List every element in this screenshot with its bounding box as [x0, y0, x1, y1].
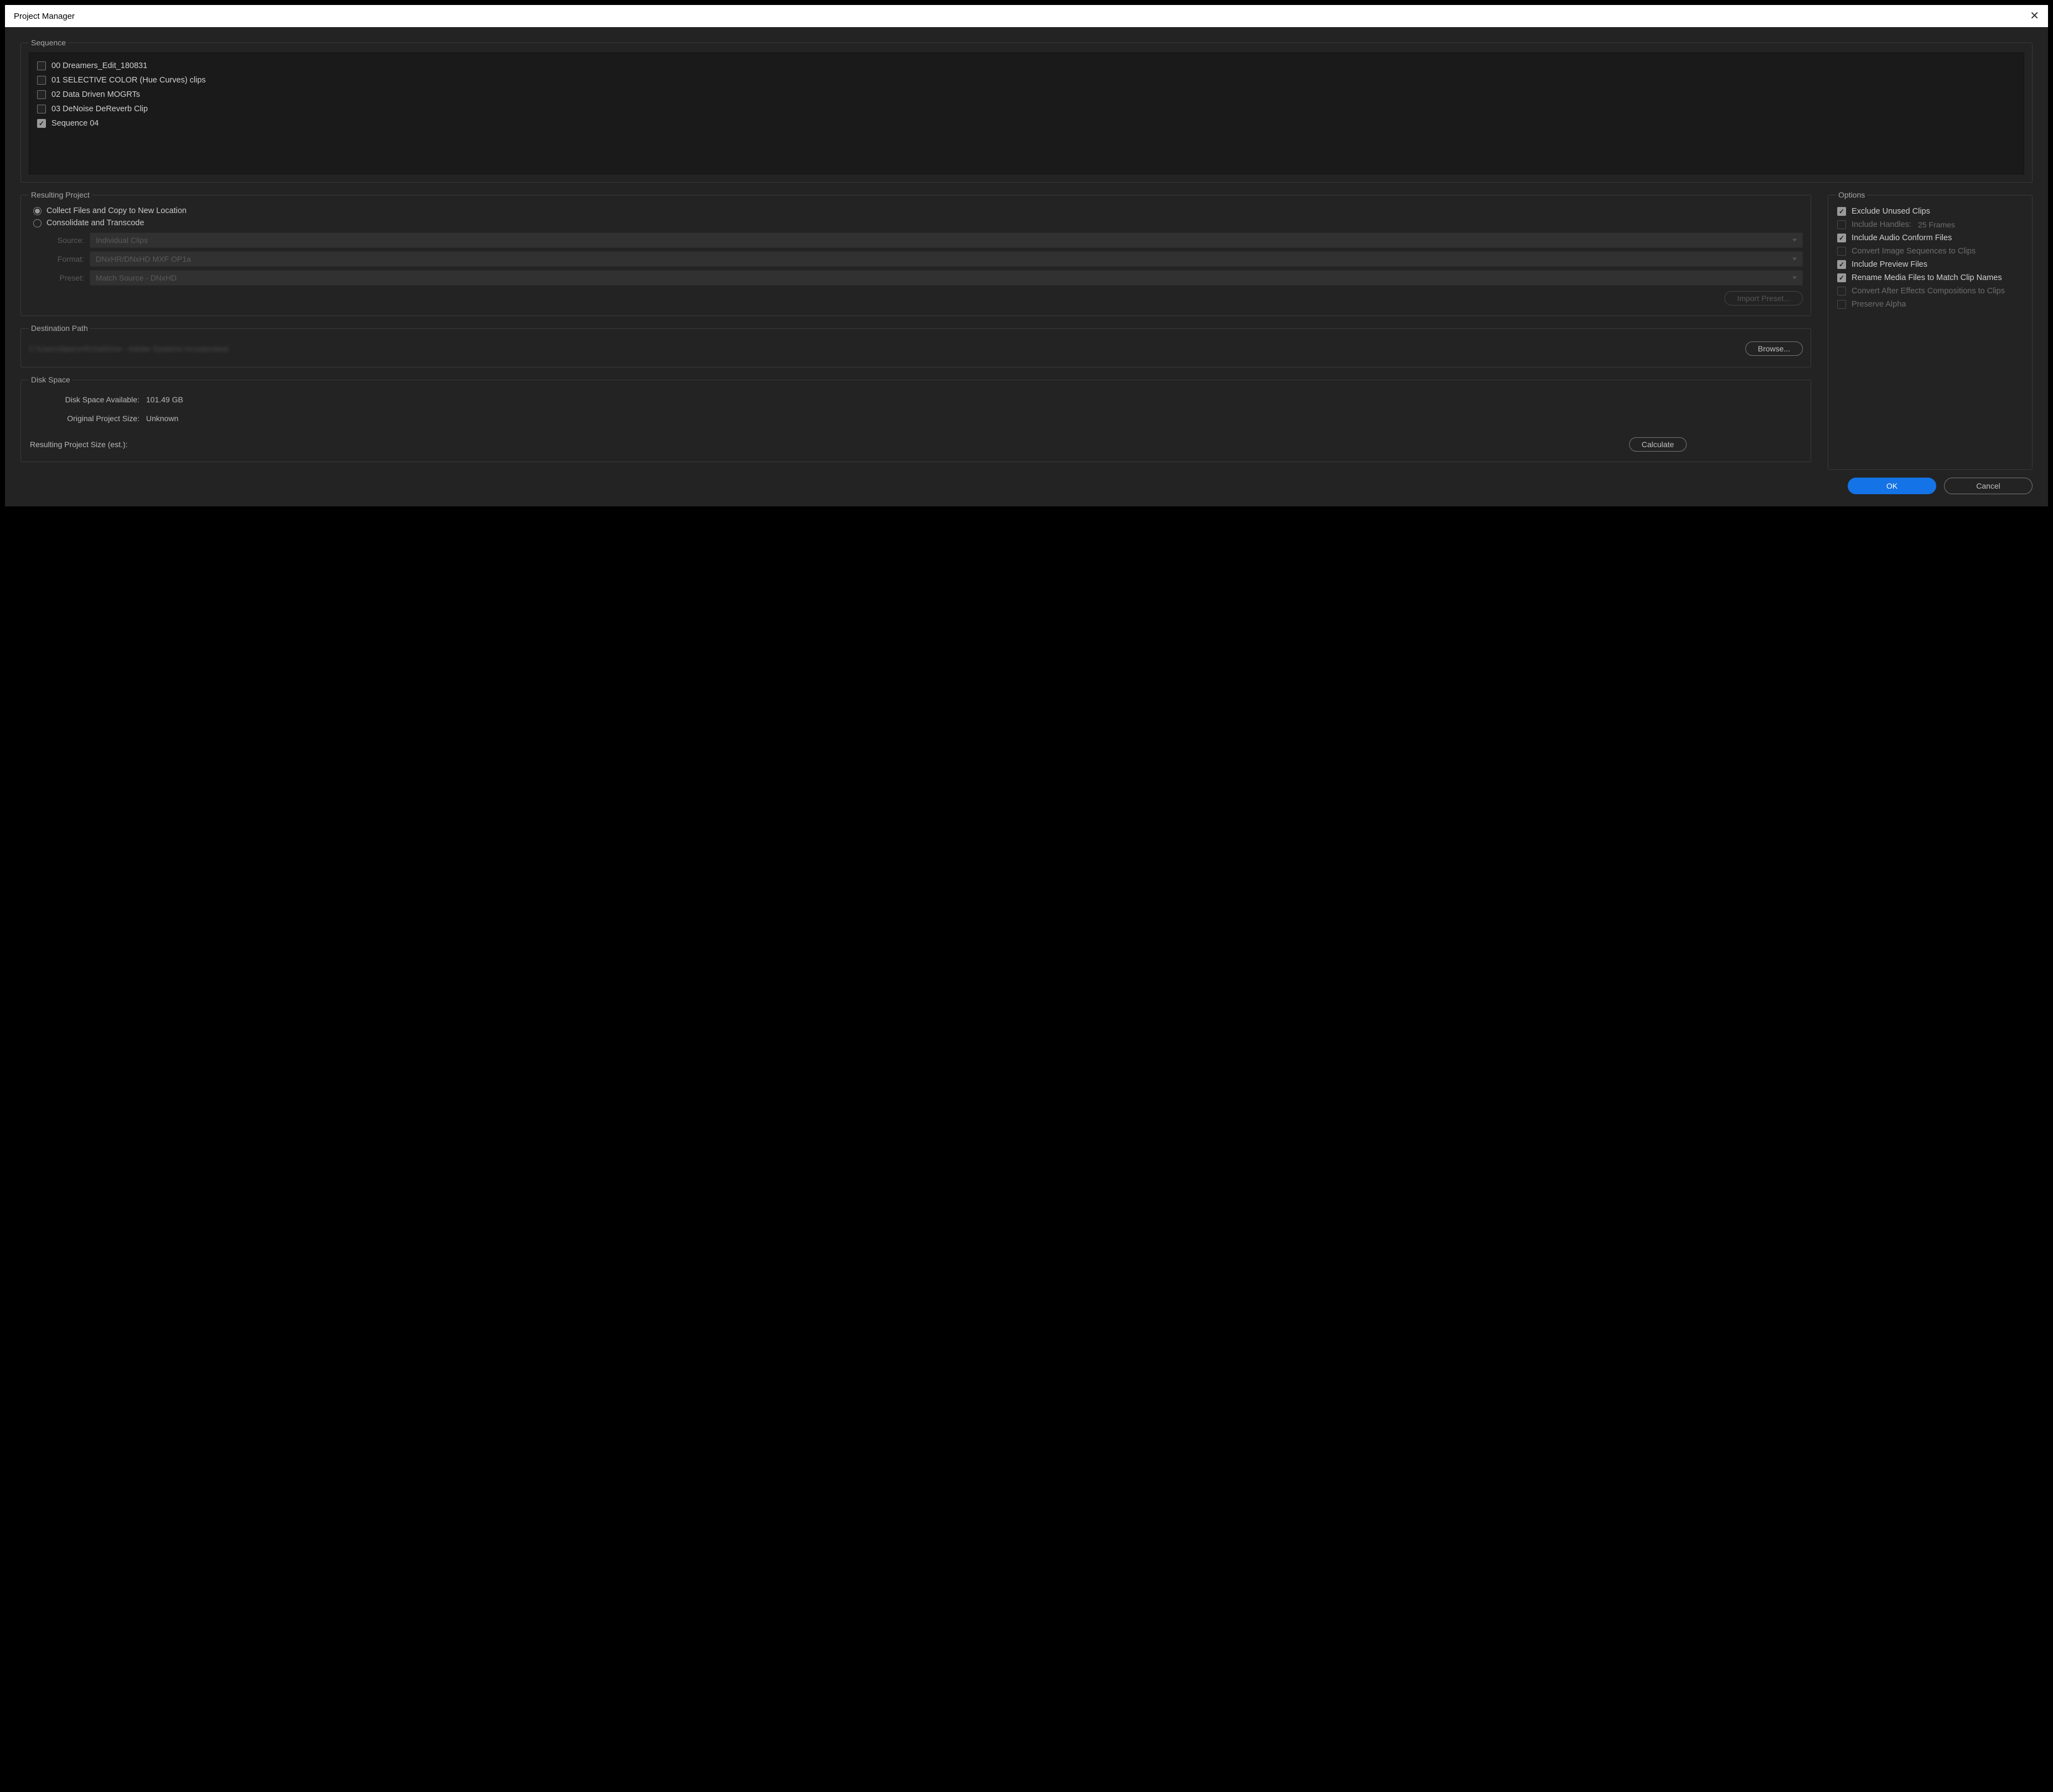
option-label: Preserve Alpha	[1852, 300, 1906, 309]
disk-space-group: Disk Space Disk Space Available: 101.49 …	[20, 375, 1811, 462]
options-group: Options Exclude Unused Clips Include Han…	[1828, 190, 2033, 470]
checkbox-icon[interactable]	[37, 105, 46, 113]
disk-legend: Disk Space	[29, 375, 72, 384]
import-preset-button: Import Preset...	[1724, 291, 1803, 305]
ok-button[interactable]: OK	[1848, 478, 1936, 494]
source-label: Source:	[45, 236, 84, 245]
radio-label: Collect Files and Copy to New Location	[46, 206, 186, 215]
option-label: Include Preview Files	[1852, 260, 1927, 269]
option-exclude-unused[interactable]: Exclude Unused Clips	[1836, 205, 2024, 218]
disk-available-value: 101.49 GB	[146, 395, 183, 404]
option-label: Rename Media Files to Match Clip Names	[1852, 273, 2002, 282]
sequence-label: 01 SELECTIVE COLOR (Hue Curves) clips	[51, 76, 206, 85]
sequence-legend: Sequence	[29, 38, 68, 47]
source-select: Individual Clips	[90, 232, 1803, 248]
option-include-preview[interactable]: Include Preview Files	[1836, 258, 2024, 271]
close-icon[interactable]: ✕	[2030, 11, 2039, 22]
option-convert-ae-comps: Convert After Effects Compositions to Cl…	[1836, 284, 2024, 298]
radio-consolidate-transcode[interactable]: Consolidate and Transcode	[29, 217, 1803, 229]
checkbox-icon[interactable]	[37, 90, 46, 99]
destination-legend: Destination Path	[29, 324, 90, 333]
handles-value: 25 Frames	[1918, 220, 1955, 229]
checkbox-icon[interactable]	[1837, 273, 1846, 282]
option-label: Include Handles:	[1852, 220, 1911, 229]
checkbox-icon[interactable]	[37, 76, 46, 85]
preset-select: Match Source - DNxHD	[90, 270, 1803, 286]
window-title: Project Manager	[14, 12, 75, 21]
checkbox-icon[interactable]	[1837, 207, 1846, 216]
original-size-label: Original Project Size:	[29, 414, 139, 423]
option-label: Convert After Effects Compositions to Cl…	[1852, 287, 2005, 296]
option-label: Convert Image Sequences to Clips	[1852, 247, 1976, 256]
resulting-legend: Resulting Project	[29, 190, 92, 199]
preset-row: Preset: Match Source - DNxHD	[45, 270, 1803, 286]
checkbox-icon[interactable]	[37, 119, 46, 128]
option-convert-image-seq: Convert Image Sequences to Clips	[1836, 245, 2024, 258]
destination-path-text: C:\Users\bparsnf\OneDrive - Adobe System…	[29, 344, 1738, 353]
sequence-label: 03 DeNoise DeReverb Clip	[51, 105, 148, 113]
sequence-label: 00 Dreamers_Edit_180831	[51, 61, 147, 70]
sequence-item[interactable]: 00 Dreamers_Edit_180831	[36, 59, 2017, 73]
sequence-item[interactable]: Sequence 04	[36, 116, 2017, 131]
resulting-project-group: Resulting Project Collect Files and Copy…	[20, 190, 1811, 316]
format-select: DNxHR/DNxHD MXF OP1a	[90, 251, 1803, 267]
resulting-size-label: Resulting Project Size (est.):	[29, 440, 128, 449]
checkbox-icon[interactable]	[1837, 234, 1846, 242]
sequence-item[interactable]: 02 Data Driven MOGRTs	[36, 87, 2017, 102]
calculate-button[interactable]: Calculate	[1629, 437, 1687, 452]
sequence-label: Sequence 04	[51, 119, 98, 128]
checkbox-icon	[1837, 300, 1846, 309]
radio-collect-files[interactable]: Collect Files and Copy to New Location	[29, 205, 1803, 217]
titlebar: Project Manager ✕	[5, 5, 2048, 27]
sequence-label: 02 Data Driven MOGRTs	[51, 90, 140, 99]
checkbox-icon[interactable]	[37, 61, 46, 70]
radio-icon[interactable]	[33, 219, 42, 227]
dialog-content: Sequence 00 Dreamers_Edit_180831 01 SELE…	[5, 27, 2048, 506]
radio-icon[interactable]	[33, 207, 42, 215]
options-legend: Options	[1836, 190, 1867, 199]
format-row: Format: DNxHR/DNxHD MXF OP1a	[45, 251, 1803, 267]
option-label: Include Audio Conform Files	[1852, 234, 1952, 242]
original-size-value: Unknown	[146, 414, 178, 423]
checkbox-icon[interactable]	[1837, 260, 1846, 269]
preset-label: Preset:	[45, 273, 84, 282]
checkbox-icon	[1837, 287, 1846, 296]
option-label: Exclude Unused Clips	[1852, 207, 1930, 216]
destination-group: Destination Path C:\Users\bparsnf\OneDri…	[20, 324, 1811, 367]
option-include-handles: Include Handles: 25 Frames	[1836, 218, 2024, 231]
checkbox-icon	[1837, 220, 1846, 229]
option-preserve-alpha: Preserve Alpha	[1836, 298, 2024, 311]
dialog-footer: OK Cancel	[20, 470, 2033, 494]
sequence-list: 00 Dreamers_Edit_180831 01 SELECTIVE COL…	[29, 53, 2024, 174]
disk-available-label: Disk Space Available:	[29, 395, 139, 404]
source-row: Source: Individual Clips	[45, 232, 1803, 248]
browse-button[interactable]: Browse...	[1745, 341, 1803, 356]
sequence-group: Sequence 00 Dreamers_Edit_180831 01 SELE…	[20, 38, 2033, 183]
project-manager-dialog: Project Manager ✕ Sequence 00 Dreamers_E…	[3, 3, 2050, 508]
sequence-item[interactable]: 01 SELECTIVE COLOR (Hue Curves) clips	[36, 73, 2017, 87]
cancel-button[interactable]: Cancel	[1944, 478, 2033, 494]
checkbox-icon	[1837, 247, 1846, 256]
sequence-item[interactable]: 03 DeNoise DeReverb Clip	[36, 102, 2017, 116]
option-include-audio-conform[interactable]: Include Audio Conform Files	[1836, 231, 2024, 245]
option-rename-media[interactable]: Rename Media Files to Match Clip Names	[1836, 271, 2024, 284]
format-label: Format:	[45, 255, 84, 263]
radio-label: Consolidate and Transcode	[46, 219, 144, 227]
